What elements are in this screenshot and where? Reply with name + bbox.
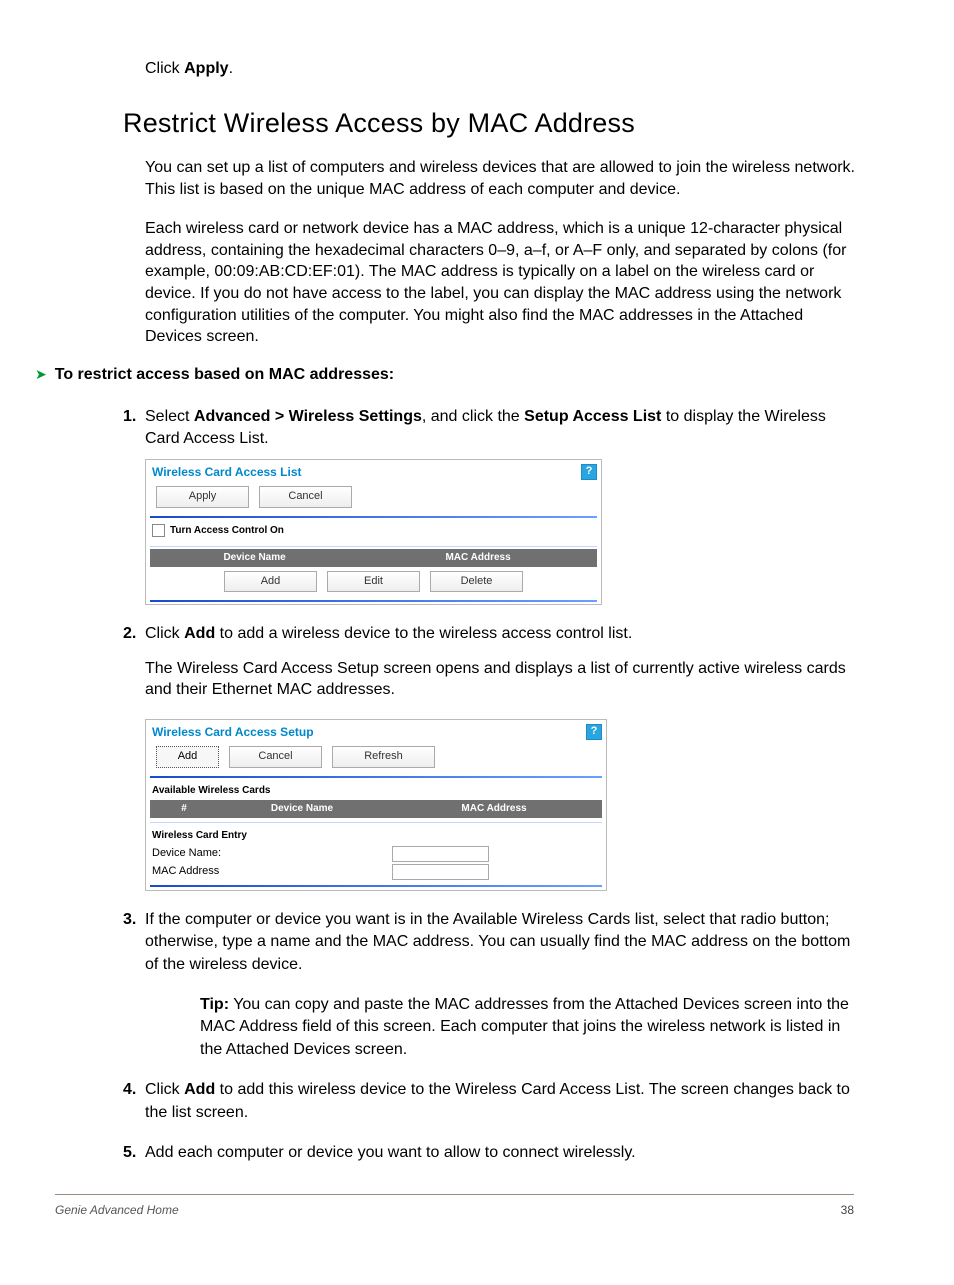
col-device-name: Device Name (150, 549, 359, 567)
col-mac-address: MAC Address (359, 549, 597, 567)
mac-address-label: MAC Address (152, 864, 392, 879)
procedure-arrow-icon: ➤ (35, 366, 47, 383)
step-3: 3.If the computer or device you want is … (145, 909, 864, 1061)
page-footer: Genie Advanced Home 38 (55, 1194, 854, 1217)
turn-access-control-on-label: Turn Access Control On (170, 524, 284, 538)
panel-title: Wireless Card Access List (152, 464, 302, 481)
available-wireless-cards-label: Available Wireless Cards (146, 780, 606, 800)
section-heading: Restrict Wireless Access by MAC Address (123, 108, 864, 139)
wireless-card-access-setup-panel: Wireless Card Access Setup ? Add Cancel … (145, 719, 607, 891)
panel-title: Wireless Card Access Setup (152, 724, 314, 741)
wireless-card-entry-label: Wireless Card Entry (146, 825, 606, 845)
mac-address-input[interactable] (392, 864, 489, 880)
step-1: 1.Select Advanced > Wireless Settings, a… (145, 406, 864, 605)
help-icon[interactable]: ? (581, 464, 597, 480)
step-4: 4.Click Add to add this wireless device … (145, 1079, 864, 1124)
wireless-card-access-list-panel: Wireless Card Access List ? Apply Cancel… (145, 459, 602, 606)
col-hash: # (150, 800, 218, 818)
edit-button[interactable]: Edit (327, 571, 420, 592)
divider (150, 516, 597, 518)
device-name-input[interactable] (392, 846, 489, 862)
footer-page-number: 38 (841, 1203, 854, 1217)
cancel-button[interactable]: Cancel (229, 746, 322, 767)
col-device-name: Device Name (218, 800, 386, 818)
step-2: 2.Click Add to add a wireless device to … (145, 623, 864, 891)
procedure-heading: To restrict access based on MAC addresse… (55, 366, 394, 384)
apply-button[interactable]: Apply (156, 486, 249, 507)
add-button[interactable]: Add (156, 746, 219, 767)
table-header: Device Name MAC Address (150, 549, 597, 567)
step7-click: Click (145, 60, 184, 77)
cancel-button[interactable]: Cancel (259, 486, 352, 507)
col-mac-address: MAC Address (386, 800, 602, 818)
add-button[interactable]: Add (224, 571, 317, 592)
intro-paragraph-1: You can set up a list of computers and w… (145, 157, 864, 200)
delete-button[interactable]: Delete (430, 571, 523, 592)
footer-chapter: Genie Advanced Home (55, 1203, 179, 1217)
help-icon[interactable]: ? (586, 724, 602, 740)
refresh-button[interactable]: Refresh (332, 746, 435, 767)
tip-text: You can copy and paste the MAC addresses… (200, 996, 849, 1058)
device-name-label: Device Name: (152, 846, 392, 861)
turn-access-control-on-checkbox[interactable] (152, 524, 165, 537)
step-5: 5.Add each computer or device you want t… (145, 1142, 864, 1164)
step7-apply: Apply (184, 60, 228, 77)
tip-label: Tip: (200, 996, 229, 1013)
table-header: # Device Name MAC Address (150, 800, 602, 818)
intro-paragraph-2: Each wireless card or network device has… (145, 218, 864, 348)
step-7: 7. Click Apply. (145, 60, 864, 78)
